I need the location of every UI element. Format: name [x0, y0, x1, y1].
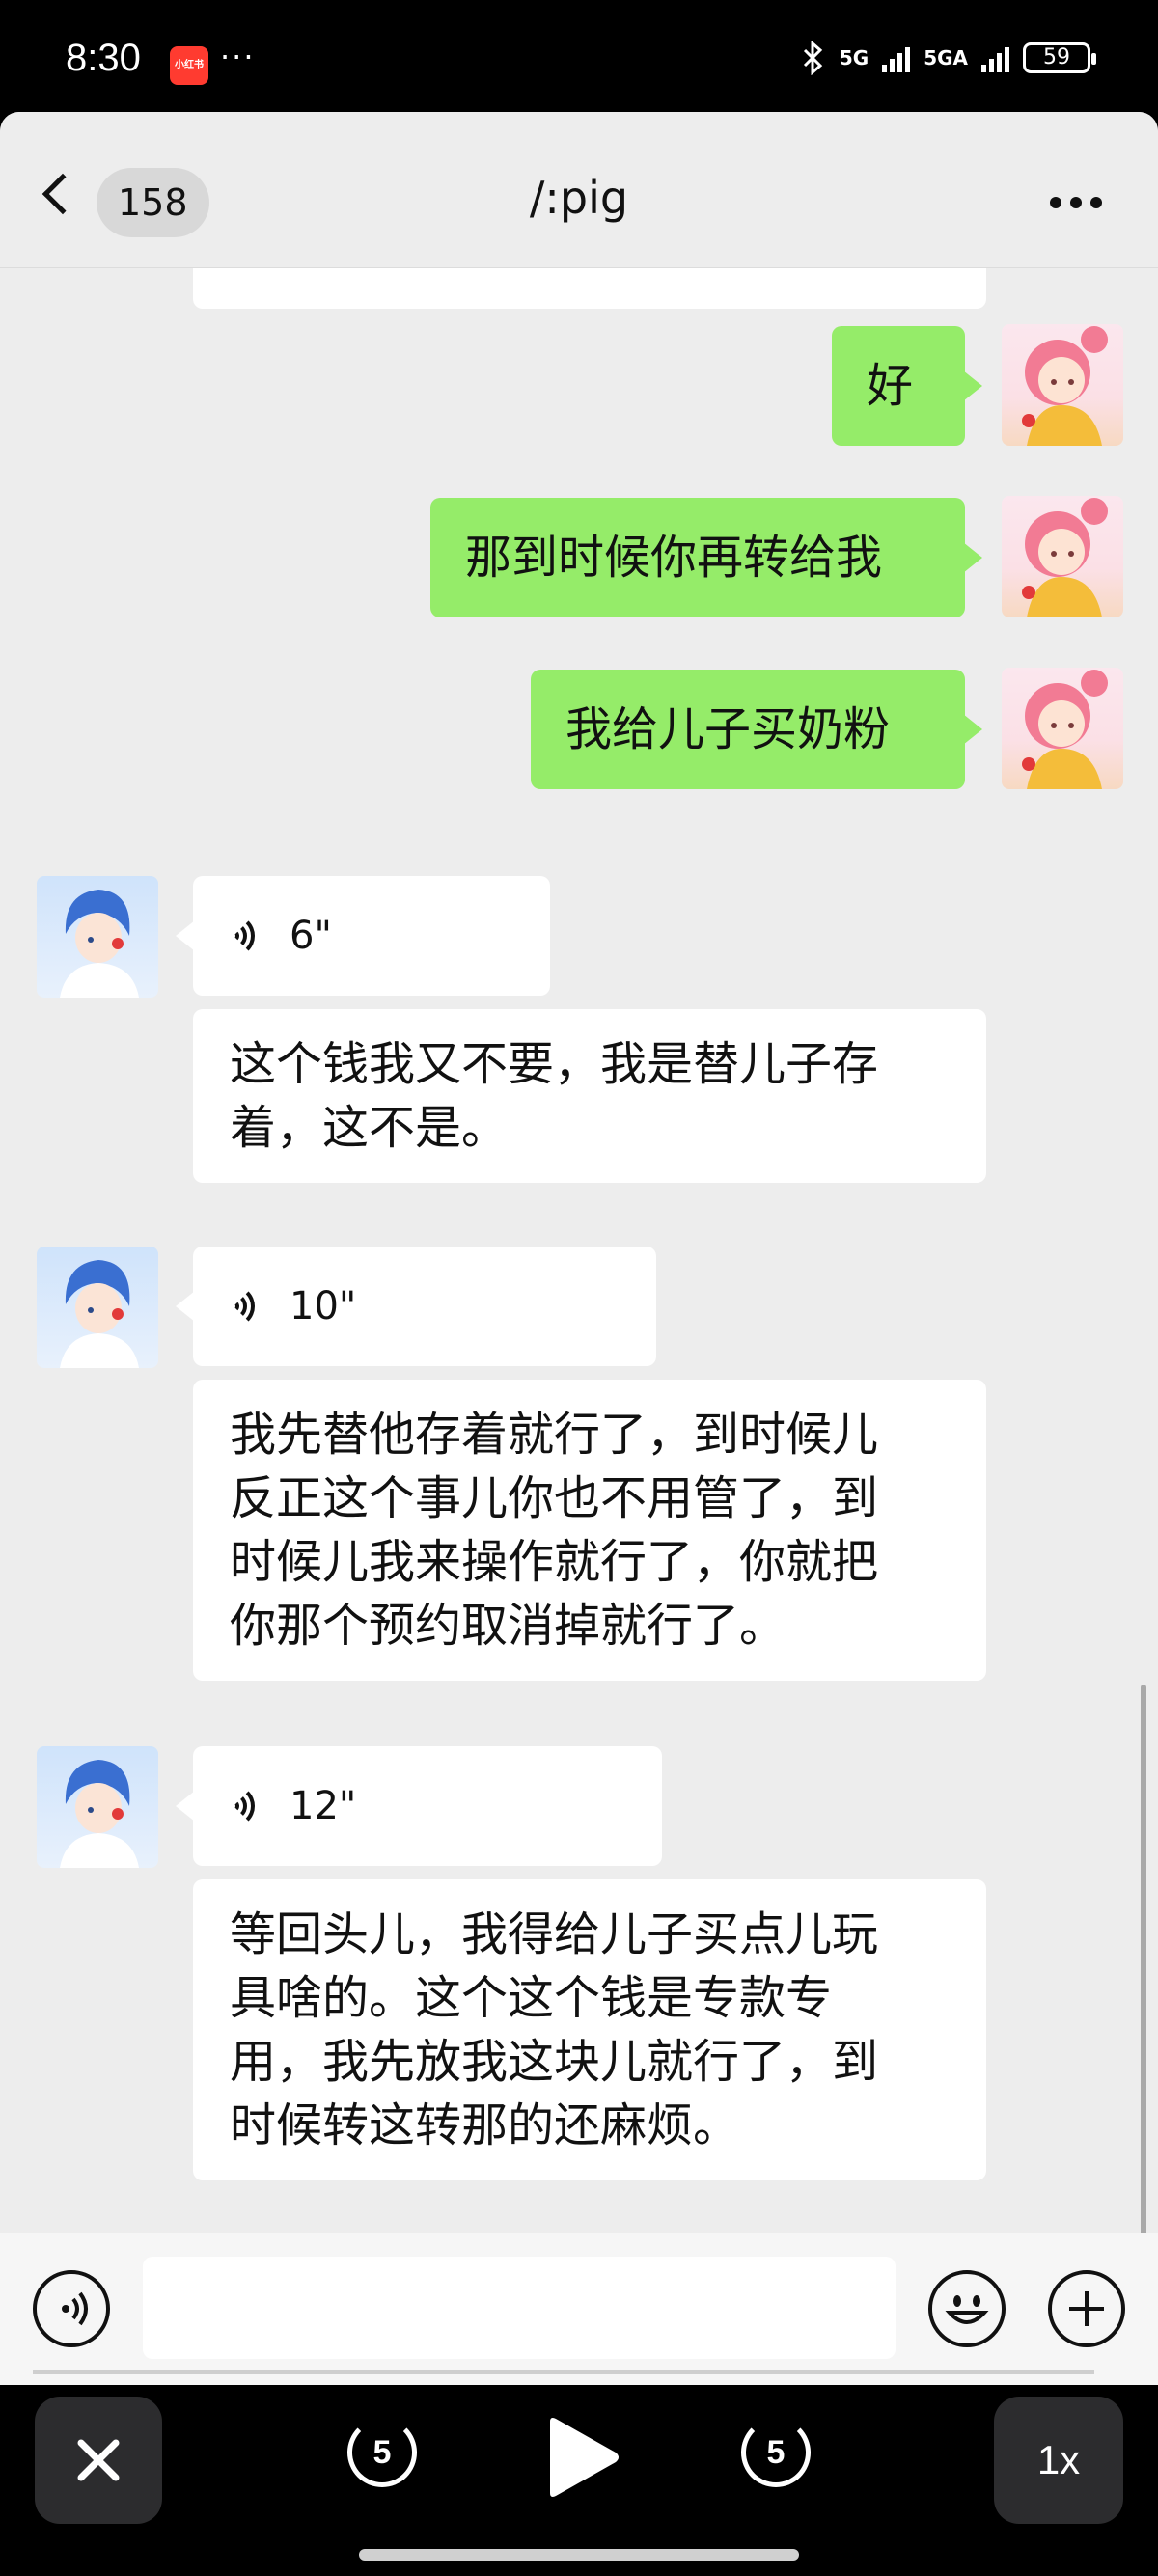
- playback-speed-button[interactable]: 1x: [994, 2397, 1123, 2524]
- skip-back-icon[interactable]: 5: [347, 2418, 417, 2487]
- plus-glyph: [1069, 2291, 1104, 2326]
- voice-message-bubble[interactable]: 6": [176, 876, 550, 996]
- avatar-boy-illustration: [60, 1760, 139, 1868]
- contact-avatar[interactable]: [37, 1746, 158, 1868]
- status-more-dots: ···: [220, 39, 256, 75]
- message-text: 我给儿子买奶粉: [565, 702, 891, 756]
- home-indicator[interactable]: [359, 2549, 799, 2561]
- message-bubble-received[interactable]: 等回头儿，我得给儿子买点儿玩 具啥的。这个这个钱是专款专 用，我先放我这块儿就行…: [193, 1879, 986, 2180]
- voice-wave-icon: [230, 1285, 268, 1328]
- network-type-2: 5GA: [924, 46, 968, 69]
- signal-icon-1: [882, 43, 911, 72]
- play-glyph: [550, 2418, 619, 2497]
- message-bubble-received[interactable]: 这个钱我又不要，我是替儿子存 着，这不是。: [193, 1009, 986, 1183]
- contact-avatar[interactable]: [37, 876, 158, 998]
- bluetooth-icon: [803, 41, 823, 75]
- message-bubble-partial[interactable]: [193, 268, 986, 309]
- message-input[interactable]: [143, 2257, 896, 2359]
- xiaohongshu-app-icon: 小红书: [170, 46, 208, 85]
- message-text-line: 时候儿我来操作就行了，你就把: [230, 1535, 879, 1589]
- media-player-controls: 5 5 1x: [0, 2385, 1158, 2576]
- video-progress-track[interactable]: [33, 2370, 1094, 2374]
- avatar-boy-illustration: [60, 1260, 139, 1368]
- message-text-line: 我先替他存着就行了，到时候儿: [230, 1408, 879, 1462]
- chat-title: /:pig: [529, 172, 629, 224]
- skip-forward-icon[interactable]: 5: [741, 2418, 811, 2487]
- voice-duration: 10": [290, 1284, 357, 1329]
- close-glyph: [77, 2439, 120, 2481]
- emoji-glyph: [945, 2295, 989, 2324]
- plus-icon[interactable]: [1048, 2270, 1125, 2347]
- voice-input-glyph: [62, 2291, 88, 2326]
- my-avatar[interactable]: [1002, 668, 1123, 789]
- voice-message-bubble[interactable]: 12": [176, 1746, 662, 1866]
- status-indicators: 5G 5GA 59: [801, 41, 1096, 75]
- emoji-icon[interactable]: [928, 2270, 1006, 2347]
- voice-wave-icon: [230, 1785, 268, 1827]
- message-bubble-sent[interactable]: 那到时候你再转给我: [430, 498, 982, 617]
- voice-input-icon[interactable]: [33, 2270, 110, 2347]
- status-bar: 8:30 小红书 ··· 5G 5GA 59: [0, 0, 1158, 116]
- message-list[interactable]: 好 那到时候你再转给我 我给儿子买奶粉 6" 这个钱我又不要，我是替儿子存 着，…: [0, 268, 1158, 2233]
- message-text-line: 用，我先放我这块儿就行了，到: [230, 2035, 879, 2089]
- voice-wave-icon: [230, 915, 268, 957]
- signal-icon-2: [981, 43, 1009, 72]
- message-text-line: 反正这个事儿你也不用管了，到: [230, 1471, 879, 1525]
- voice-message-bubble[interactable]: 10": [176, 1247, 656, 1366]
- chat-header: 158 /:pig: [0, 112, 1158, 268]
- contact-avatar[interactable]: [37, 1247, 158, 1368]
- battery-icon: 59: [1023, 42, 1096, 73]
- status-time: 8:30: [66, 37, 141, 79]
- close-icon[interactable]: [35, 2397, 162, 2524]
- message-text: 好: [867, 359, 914, 413]
- message-bubble-received[interactable]: 我先替他存着就行了，到时候儿 反正这个事儿你也不用管了，到 时候儿我来操作就行了…: [193, 1380, 986, 1681]
- my-avatar[interactable]: [1002, 496, 1123, 617]
- message-text-line: 具啥的。这个这个钱是专款专: [230, 1971, 833, 2025]
- message-bubble-sent[interactable]: 我给儿子买奶粉: [531, 670, 982, 789]
- network-type-1: 5G: [839, 46, 869, 69]
- avatar-girl-illustration: [1022, 498, 1108, 617]
- message-text: 那到时候你再转给我: [465, 531, 883, 585]
- avatar-boy-illustration: [60, 890, 139, 998]
- message-text-line: 你那个预约取消掉就行了。: [230, 1599, 786, 1653]
- avatar-girl-illustration: [1022, 670, 1108, 789]
- avatar-girl-illustration: [1022, 326, 1108, 446]
- input-bar: [0, 2233, 1158, 2385]
- voice-duration: 6": [290, 914, 332, 958]
- message-bubble-sent[interactable]: 好: [832, 326, 982, 446]
- chat-window: 158 /:pig 好 那到时候你再转给我 我给儿子买奶粉 6" 这个钱我又不要…: [0, 112, 1158, 2385]
- message-text-line: 时候转这转那的还麻烦。: [230, 2098, 740, 2152]
- message-text-line: 这个钱我又不要，我是替儿子存: [230, 1037, 879, 1091]
- my-avatar[interactable]: [1002, 324, 1123, 446]
- message-text-line: 着，这不是。: [230, 1101, 509, 1155]
- message-text-line: 等回头儿，我得给儿子买点儿玩: [230, 1907, 879, 1961]
- voice-duration: 12": [290, 1784, 357, 1828]
- play-icon[interactable]: [537, 2414, 623, 2501]
- more-dots-icon[interactable]: [1050, 197, 1102, 208]
